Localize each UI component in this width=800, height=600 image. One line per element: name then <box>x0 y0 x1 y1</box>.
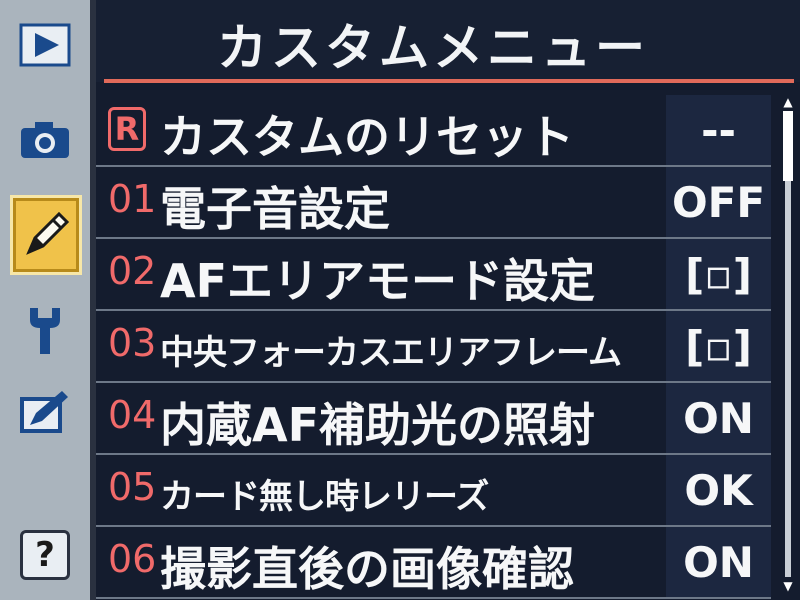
menu-item-value: OK <box>666 455 771 525</box>
menu-item-label: AFエリアモード設定 <box>160 254 596 308</box>
menu-item-af-area-mode[interactable]: 02 AFエリアモード設定 [▫] <box>96 239 771 311</box>
menu-title-bar: カスタムメニュー <box>96 0 800 83</box>
menu-item-af-assist[interactable]: 04 内蔵AF補助光の照射 ON <box>96 383 771 455</box>
menu-item-label: カード無し時レリーズ <box>160 477 489 517</box>
menu-item-no-card-release[interactable]: 05 カード無し時レリーズ OK <box>96 455 771 527</box>
scroll-down-arrow-icon[interactable]: ▼ <box>780 579 796 593</box>
camera-icon <box>21 122 69 158</box>
camera-menu-screen: ? カスタムメニュー R カスタムのリセット -- 01 電子音設定 OFF 0… <box>0 0 800 600</box>
menu-item-value: OFF <box>666 167 771 237</box>
tab-retouch[interactable] <box>10 378 80 448</box>
menu-tab-rail: ? <box>0 0 96 600</box>
scroll-thumb[interactable] <box>783 111 793 181</box>
title-divider <box>104 79 794 83</box>
retouch-icon <box>20 391 68 433</box>
menu-item-label: 中央フォーカスエリアフレーム <box>160 333 622 373</box>
tab-shooting[interactable] <box>10 105 80 175</box>
pencil-icon <box>26 211 70 255</box>
menu-item-reset[interactable]: R カスタムのリセット -- <box>96 95 771 167</box>
menu-item-value: -- <box>666 95 771 165</box>
menu-item-number: 03 <box>108 321 157 365</box>
menu-item-label: 電子音設定 <box>160 182 390 236</box>
tab-help[interactable]: ? <box>10 520 80 590</box>
playback-icon <box>19 23 71 67</box>
tab-custom-settings[interactable] <box>10 195 82 275</box>
menu-item-beep[interactable]: 01 電子音設定 OFF <box>96 167 771 239</box>
menu-item-number: 02 <box>108 249 157 293</box>
reset-icon: R <box>108 107 146 151</box>
menu-item-label: 内蔵AF補助光の照射 <box>160 398 596 452</box>
custom-settings-list: R カスタムのリセット -- 01 電子音設定 OFF 02 AFエリアモード設… <box>96 95 776 600</box>
menu-item-number: 06 <box>108 537 157 581</box>
menu-item-label: カスタムのリセット <box>160 110 574 164</box>
menu-item-number: 01 <box>108 177 157 221</box>
page-title: カスタムメニュー <box>217 19 649 77</box>
menu-item-number: 05 <box>108 465 157 509</box>
menu-item-image-review[interactable]: 06 撮影直後の画像確認 ON <box>96 527 771 599</box>
menu-item-center-focus-frame[interactable]: 03 中央フォーカスエリアフレーム [▫] <box>96 311 771 383</box>
menu-item-number: 04 <box>108 393 157 437</box>
menu-item-value: [▫] <box>666 239 771 309</box>
menu-item-value: ON <box>666 383 771 453</box>
scrollbar[interactable]: ▲ ▼ <box>780 95 796 595</box>
scroll-up-arrow-icon[interactable]: ▲ <box>780 95 796 109</box>
tab-setup[interactable] <box>10 295 80 365</box>
menu-item-value: [▫] <box>666 311 771 381</box>
menu-item-label: 撮影直後の画像確認 <box>160 542 574 596</box>
tab-playback[interactable] <box>10 10 80 80</box>
wrench-icon <box>30 308 60 354</box>
menu-item-value: ON <box>666 527 771 597</box>
help-icon: ? <box>20 530 70 580</box>
